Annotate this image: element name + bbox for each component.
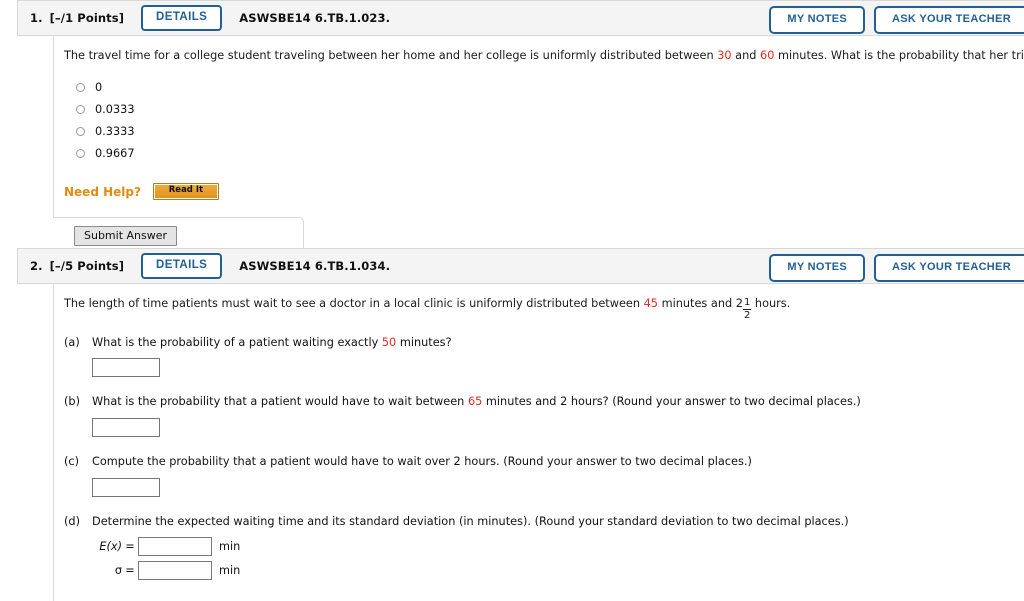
prompt-2-segment-1: The length of time patients must wait to… — [64, 297, 644, 310]
question-1-body: The travel time for a college student tr… — [53, 36, 1024, 256]
prompt-1-segment-1: The travel time for a college student tr… — [64, 49, 718, 62]
question-2-parts: (a) What is the probability of a patient… — [54, 335, 1024, 601]
prompt-2-segment-3: hours. — [751, 297, 791, 310]
expected-value-input[interactable] — [138, 537, 212, 557]
part-a-line: (a) What is the probability of a patient… — [64, 335, 1024, 351]
expected-value-operator: = — [125, 540, 135, 554]
question-1-number: 1. — [30, 11, 43, 25]
my-notes-button-1[interactable]: MY NOTES — [769, 6, 866, 34]
choice-option-2[interactable]: 0.3333 — [76, 121, 1024, 142]
prompt-1-value-1: 30 — [717, 49, 732, 62]
part-b-line: (b) What is the probability that a patie… — [64, 394, 1024, 410]
details-button-2[interactable]: DETAILS — [141, 252, 223, 280]
part-b: (b) What is the probability that a patie… — [64, 394, 1024, 454]
part-d-text: Determine the expected waiting time and … — [92, 515, 849, 529]
sigma-operator: = — [125, 564, 135, 578]
part-d-expected-value-row: E(x) = min — [92, 536, 1024, 558]
radio-icon-1[interactable] — [76, 105, 85, 115]
part-a-letter: (a) — [64, 335, 80, 349]
expected-value-label: E(x) — [99, 540, 122, 554]
part-b-letter: (b) — [64, 395, 80, 409]
part-a: (a) What is the probability of a patient… — [64, 335, 1024, 395]
question-1-header: 1. [–/1 Points] DETAILS ASWSBE14 6.TB.1.… — [17, 0, 1024, 36]
read-it-button[interactable]: Read It — [152, 183, 219, 201]
choice-label-3: 0.9667 — [95, 147, 135, 161]
choice-option-1[interactable]: 0.0333 — [76, 99, 1024, 120]
prompt-1-segment-2: and — [731, 49, 761, 62]
radio-icon-3[interactable] — [76, 149, 85, 159]
question-1-points: [–/1 Points] — [49, 11, 125, 25]
radio-icon-2[interactable] — [76, 127, 85, 137]
question-1-code: ASWSBE14 6.TB.1.023. — [239, 11, 391, 25]
need-help-row: Need Help? Read It — [64, 183, 1024, 201]
question-1-choices: 0 0.0333 0.3333 0.9667 — [76, 77, 1024, 164]
my-notes-button-2[interactable]: MY NOTES — [769, 254, 866, 282]
part-d-letter: (d) — [64, 515, 80, 529]
part-a-value: 50 — [381, 335, 397, 349]
part-c-text: Compute the probability that a patient w… — [92, 455, 752, 469]
submit-answer-button-1[interactable]: Submit Answer — [74, 226, 178, 247]
part-c: (c) Compute the probability that a patie… — [64, 454, 1024, 514]
choice-option-0[interactable]: 0 — [76, 77, 1024, 98]
part-d-sigma-row: σ = min — [92, 560, 1024, 582]
details-button-1[interactable]: DETAILS — [141, 4, 223, 32]
sigma-unit: min — [219, 564, 241, 578]
prompt-1-value-2: 60 — [760, 49, 775, 62]
prompt-2-segment-2: minutes and — [658, 297, 736, 310]
question-block-1: 1. [–/1 Points] DETAILS ASWSBE14 6.TB.1.… — [17, 0, 1024, 256]
part-d: (d) Determine the expected waiting time … — [64, 514, 1024, 601]
need-help-label: Need Help? — [64, 184, 141, 199]
expected-value-unit: min — [219, 540, 241, 554]
ask-your-teacher-button-2[interactable]: ASK YOUR TEACHER — [874, 254, 1024, 282]
question-block-2: 2. [–/5 Points] DETAILS ASWSBE14 6.TB.1.… — [17, 248, 1024, 601]
assignment-page: 1. [–/1 Points] DETAILS ASWSBE14 6.TB.1.… — [0, 0, 1024, 601]
part-b-text-after: minutes and 2 hours? (Round your answer … — [482, 395, 861, 409]
question-2-number: 2. — [30, 259, 43, 273]
ask-your-teacher-button-1[interactable]: ASK YOUR TEACHER — [874, 6, 1024, 34]
question-2-header: 2. [–/5 Points] DETAILS ASWSBE14 6.TB.1.… — [17, 248, 1024, 284]
question-2-body: The length of time patients must wait to… — [53, 284, 1024, 601]
prompt-2-value-1: 45 — [643, 297, 658, 310]
mixed-fraction-denominator: 2 — [743, 309, 751, 321]
question-1-prompt: The travel time for a college student tr… — [54, 36, 1024, 64]
choice-option-3[interactable]: 0.9667 — [76, 143, 1024, 164]
part-c-answer-input[interactable] — [92, 478, 160, 498]
part-a-answer-input[interactable] — [92, 358, 160, 378]
radio-icon-0[interactable] — [76, 83, 85, 93]
question-1-header-actions: MY NOTES ASK YOUR TEACHER PRACTICE ANOTH… — [769, 6, 1024, 34]
mixed-fraction-whole: 2 — [735, 297, 743, 311]
question-2-points: [–/5 Points] — [49, 259, 125, 273]
question-2-header-actions: MY NOTES ASK YOUR TEACHER PRACTICE ANOTH… — [769, 254, 1024, 282]
part-b-text: What is the probability that a patient w… — [92, 394, 861, 410]
part-b-answer-input[interactable] — [92, 418, 160, 438]
sigma-label: σ — [114, 564, 122, 578]
prompt-1-segment-3: minutes. What is the probability that he… — [777, 49, 1024, 62]
part-c-line: (c) Compute the probability that a patie… — [64, 454, 1024, 470]
choice-label-2: 0.3333 — [95, 125, 135, 139]
part-a-text: What is the probability of a patient wai… — [92, 335, 452, 351]
choice-label-0: 0 — [95, 81, 103, 95]
sigma-input[interactable] — [138, 561, 212, 581]
part-a-text-after: minutes? — [396, 335, 452, 349]
part-d-line: (d) Determine the expected waiting time … — [64, 514, 1024, 530]
part-d-equation-rows: E(x) = min σ = min — [92, 536, 1024, 582]
question-2-code: ASWSBE14 6.TB.1.034. — [239, 259, 391, 273]
mixed-fraction-two-and-half: 212 — [736, 296, 752, 320]
part-b-text-before: What is the probability that a patient w… — [92, 395, 468, 409]
part-c-letter: (c) — [64, 455, 80, 469]
choice-label-1: 0.0333 — [95, 103, 135, 117]
question-2-prompt: The length of time patients must wait to… — [54, 284, 1024, 321]
part-a-text-before: What is the probability of a patient wai… — [92, 335, 382, 349]
part-b-value: 65 — [467, 395, 483, 409]
